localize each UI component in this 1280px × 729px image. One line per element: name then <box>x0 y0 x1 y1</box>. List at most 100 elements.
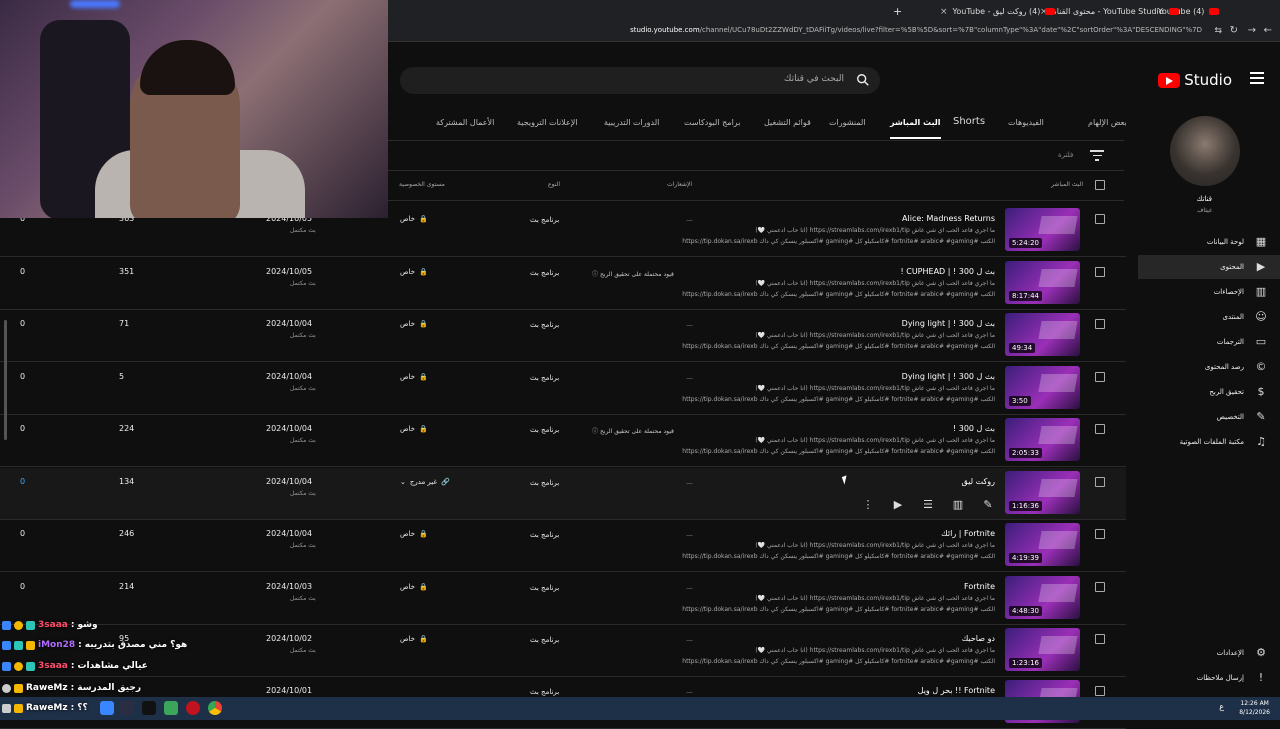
visibility-status[interactable]: خاص 🔒 <box>400 268 428 276</box>
sidebar-item-settings[interactable]: الإعدادات ⚙ <box>1138 641 1280 665</box>
tab-inspiration[interactable]: بعض الإلهام <box>1088 118 1127 127</box>
video-thumbnail[interactable]: 1:16:36 <box>1005 471 1080 514</box>
row-checkbox[interactable] <box>1095 372 1105 382</box>
filter-label[interactable]: فلترة <box>1058 151 1073 159</box>
video-title[interactable]: بث ل 300 ! <box>953 424 995 433</box>
row-checkbox[interactable] <box>1095 686 1105 696</box>
video-thumbnail[interactable]: 1:23:16 <box>1005 628 1080 671</box>
youtube-play-icon[interactable]: ▶ <box>890 498 906 511</box>
video-title[interactable]: بث ل 300 ! | Dying light <box>902 319 995 328</box>
video-title[interactable]: بث ل 300 ! | CUPHEAD ! <box>900 267 995 276</box>
visibility-status[interactable]: خاص 🔒 <box>400 373 428 381</box>
tab-videos[interactable]: الفيديوهات <box>1008 118 1044 127</box>
sidebar-item-community[interactable]: المنتدى ☺ <box>1138 305 1280 329</box>
column-header-visibility[interactable]: مستوى الخصوصية <box>399 181 445 188</box>
video-thumbnail[interactable]: 8:17:44 <box>1005 261 1080 304</box>
tab-courses[interactable]: الدورات التدريبية <box>604 118 659 127</box>
sidebar-item-copyright[interactable]: رصد المحتوى © <box>1138 355 1280 379</box>
row-checkbox[interactable] <box>1095 267 1105 277</box>
row-checkbox[interactable] <box>1095 634 1105 644</box>
chevron-down-icon[interactable]: ⌄ <box>400 478 406 486</box>
tab-podcasts[interactable]: برامج البودكاست <box>684 118 740 127</box>
table-row[interactable]: 49:34 بث ل 300 ! | Dying light ما اجري فاع… <box>0 310 1126 362</box>
video-thumbnail[interactable]: 5:24:20 <box>1005 208 1080 251</box>
taskbar-app-icon[interactable] <box>164 701 178 715</box>
scrollbar[interactable] <box>4 320 7 440</box>
table-row[interactable]: 4:19:39 Fortnite | رائك ما اجري فاعد الحب … <box>0 520 1126 572</box>
video-title[interactable]: Alice: Madness Returns <box>902 214 995 223</box>
video-thumbnail[interactable]: 2:05:33 <box>1005 418 1080 461</box>
sidebar-item-audio-library[interactable]: مكتبة الملفات الصوتية ♫ <box>1138 430 1280 454</box>
sidebar-item-content[interactable]: المحتوى ▶ <box>1138 255 1280 279</box>
table-row[interactable]: 1:16:36 روكت ليق ⋮ ▶ ☰ ▥ ✎ — برنامج بث ⌄ غير مدرج 🔗… <box>0 468 1126 520</box>
select-all-checkbox[interactable] <box>1095 180 1105 190</box>
tab-promotions[interactable]: الإعلانات الترويجية <box>517 118 578 127</box>
visibility-status[interactable]: خاص 🔒 <box>400 215 428 223</box>
taskbar-steam-icon[interactable] <box>120 701 134 715</box>
sidebar-item-customization[interactable]: التخصيص ✎ <box>1138 405 1280 429</box>
video-title[interactable]: Fortnite !! بحر ل ويل <box>918 686 995 695</box>
taskbar-obs-icon[interactable] <box>186 701 200 715</box>
table-row[interactable]: 2:05:33 بث ل 300 ! ما اجري فاعد الحب اي شي… <box>0 415 1126 467</box>
video-thumbnail[interactable]: 3:50 <box>1005 366 1080 409</box>
channel-avatar[interactable] <box>1170 116 1240 186</box>
taskbar-chrome-icon[interactable] <box>208 701 222 715</box>
studio-logo[interactable]: Studio <box>1158 71 1232 89</box>
column-header-type[interactable]: النوع <box>548 181 560 188</box>
browser-tab-rocket-league[interactable]: (4) روكت ليق - YouTube × <box>940 3 1056 20</box>
sidebar-item-dashboard[interactable]: لوحة البيانات ▦ <box>1138 230 1280 254</box>
row-checkbox[interactable] <box>1095 424 1105 434</box>
column-header-live[interactable]: البث المباشر <box>1051 181 1083 188</box>
sidebar-item-earn[interactable]: تحقيق الربح $ <box>1138 380 1280 404</box>
video-title[interactable]: Fortnite <box>964 582 995 591</box>
browser-tab-studio[interactable]: YouTube Studio - محتوى القناة × <box>1040 3 1179 20</box>
system-clock[interactable]: 12:26 AM 8/12/2026 <box>1239 699 1270 717</box>
new-tab-button[interactable]: + <box>893 3 902 20</box>
table-row[interactable]: 3:50 بث ل 300 ! | Dying light ما اجري فاعد… <box>0 363 1126 415</box>
row-checkbox[interactable] <box>1095 529 1105 539</box>
back-icon[interactable]: ← <box>1264 25 1272 36</box>
table-row[interactable]: 8:17:44 بث ل 300 ! | CUPHEAD ! ما اجري فاع… <box>0 258 1126 310</box>
row-checkbox[interactable] <box>1095 214 1105 224</box>
tab-collaborations[interactable]: الأعمال المشتركة <box>436 118 494 127</box>
column-header-restrictions[interactable]: الإشعارات <box>667 181 692 188</box>
sidebar-item-analytics[interactable]: الإحصاءات ▥ <box>1138 280 1280 304</box>
row-checkbox[interactable] <box>1095 319 1105 329</box>
taskbar-app-icon[interactable] <box>100 701 114 715</box>
filter-icon[interactable] <box>1090 150 1104 162</box>
close-tab-icon[interactable]: × <box>940 7 948 17</box>
visibility-status[interactable]: خاص 🔒 <box>400 320 428 328</box>
forward-icon[interactable]: → <box>1248 25 1256 36</box>
taskbar-terminal-icon[interactable] <box>142 701 156 715</box>
visibility-status[interactable]: خاص 🔒 <box>400 425 428 433</box>
row-checkbox[interactable] <box>1095 582 1105 592</box>
visibility-status[interactable]: خاص 🔒 <box>400 583 428 591</box>
video-title[interactable]: Fortnite | رائك <box>941 529 995 538</box>
video-thumbnail[interactable]: 49:34 <box>1005 313 1080 356</box>
video-title[interactable]: دو صاحبك <box>962 634 995 643</box>
visibility-status[interactable]: خاص 🔒 <box>400 530 428 538</box>
language-indicator[interactable]: ع <box>1219 702 1224 711</box>
reload-icon[interactable]: ↻ <box>1230 25 1238 36</box>
video-thumbnail[interactable]: 4:19:39 <box>1005 523 1080 566</box>
tab-live[interactable]: البث المباشر <box>890 118 941 139</box>
restriction-label[interactable]: قيود محتملة على تحقيق الربح ⓘ <box>592 269 674 278</box>
comments-icon[interactable]: ☰ <box>920 498 936 511</box>
tab-shorts[interactable]: Shorts <box>953 116 985 127</box>
more-options-icon[interactable]: ⋮ <box>860 498 876 511</box>
sidebar-item-subtitles[interactable]: الترجمات ▭ <box>1138 330 1280 354</box>
tab-posts[interactable]: المنشورات <box>829 118 866 127</box>
translate-icon[interactable]: ⇆ <box>1214 26 1222 36</box>
video-title[interactable]: بث ل 300 ! | Dying light <box>902 372 995 381</box>
sidebar-item-feedback[interactable]: إرسال ملاحظات! <box>1138 666 1280 690</box>
search-input[interactable]: البحث في قناتك <box>400 67 880 94</box>
analytics-icon[interactable]: ▥ <box>950 498 966 511</box>
edit-icon[interactable]: ✎ <box>980 498 996 511</box>
menu-icon[interactable] <box>1250 72 1264 84</box>
restriction-label[interactable]: قيود محتملة على تحقيق الربح ⓘ <box>592 426 674 435</box>
tab-playlists[interactable]: قوائم التشغيل <box>764 118 811 127</box>
video-title[interactable]: روكت ليق <box>962 477 995 486</box>
row-checkbox[interactable] <box>1095 477 1105 487</box>
video-thumbnail[interactable]: 4:48:30 <box>1005 576 1080 619</box>
visibility-status[interactable]: ⌄ غير مدرج 🔗 <box>400 478 450 486</box>
